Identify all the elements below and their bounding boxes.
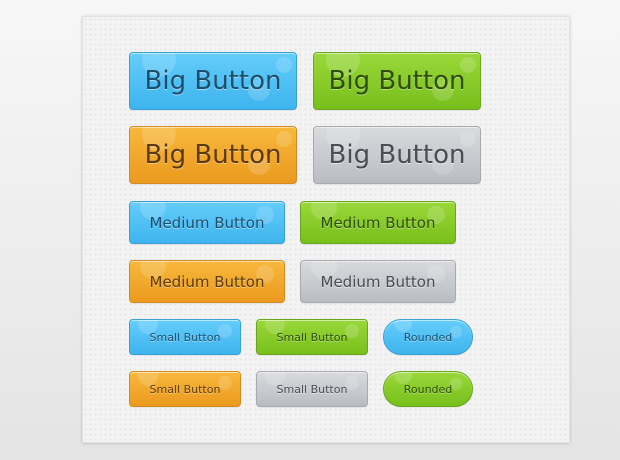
medium-orange-button[interactable]: Medium Button — [129, 260, 285, 303]
medium-orange-button-label: Medium Button — [149, 272, 265, 291]
rounded-blue-button[interactable]: Rounded — [383, 319, 473, 355]
big-blue-button-label: Big Button — [144, 66, 282, 96]
medium-green-button-label: Medium Button — [320, 213, 436, 232]
rounded-green-button[interactable]: Rounded — [383, 371, 473, 407]
big-gray-button[interactable]: Big Button — [313, 126, 481, 184]
rounded-green-button-label: Rounded — [403, 382, 453, 396]
medium-blue-button[interactable]: Medium Button — [129, 201, 285, 244]
big-orange-button-label: Big Button — [144, 140, 282, 170]
medium-blue-button-label: Medium Button — [149, 213, 265, 232]
rounded-blue-button-label: Rounded — [403, 330, 453, 344]
small-gray-button[interactable]: Small Button — [256, 371, 368, 407]
small-orange-button[interactable]: Small Button — [129, 371, 241, 407]
medium-green-button[interactable]: Medium Button — [300, 201, 456, 244]
small-green-button-label: Small Button — [276, 330, 348, 344]
button-showcase-panel: Big Button Big Button Big Button Big But… — [82, 16, 570, 443]
small-orange-button-label: Small Button — [149, 382, 221, 396]
medium-gray-button-label: Medium Button — [320, 272, 436, 291]
small-gray-button-label: Small Button — [276, 382, 348, 396]
big-gray-button-label: Big Button — [328, 140, 466, 170]
big-orange-button[interactable]: Big Button — [129, 126, 297, 184]
big-green-button-label: Big Button — [328, 66, 466, 96]
small-blue-button[interactable]: Small Button — [129, 319, 241, 355]
big-green-button[interactable]: Big Button — [313, 52, 481, 110]
small-blue-button-label: Small Button — [149, 330, 221, 344]
small-green-button[interactable]: Small Button — [256, 319, 368, 355]
big-blue-button[interactable]: Big Button — [129, 52, 297, 110]
medium-gray-button[interactable]: Medium Button — [300, 260, 456, 303]
